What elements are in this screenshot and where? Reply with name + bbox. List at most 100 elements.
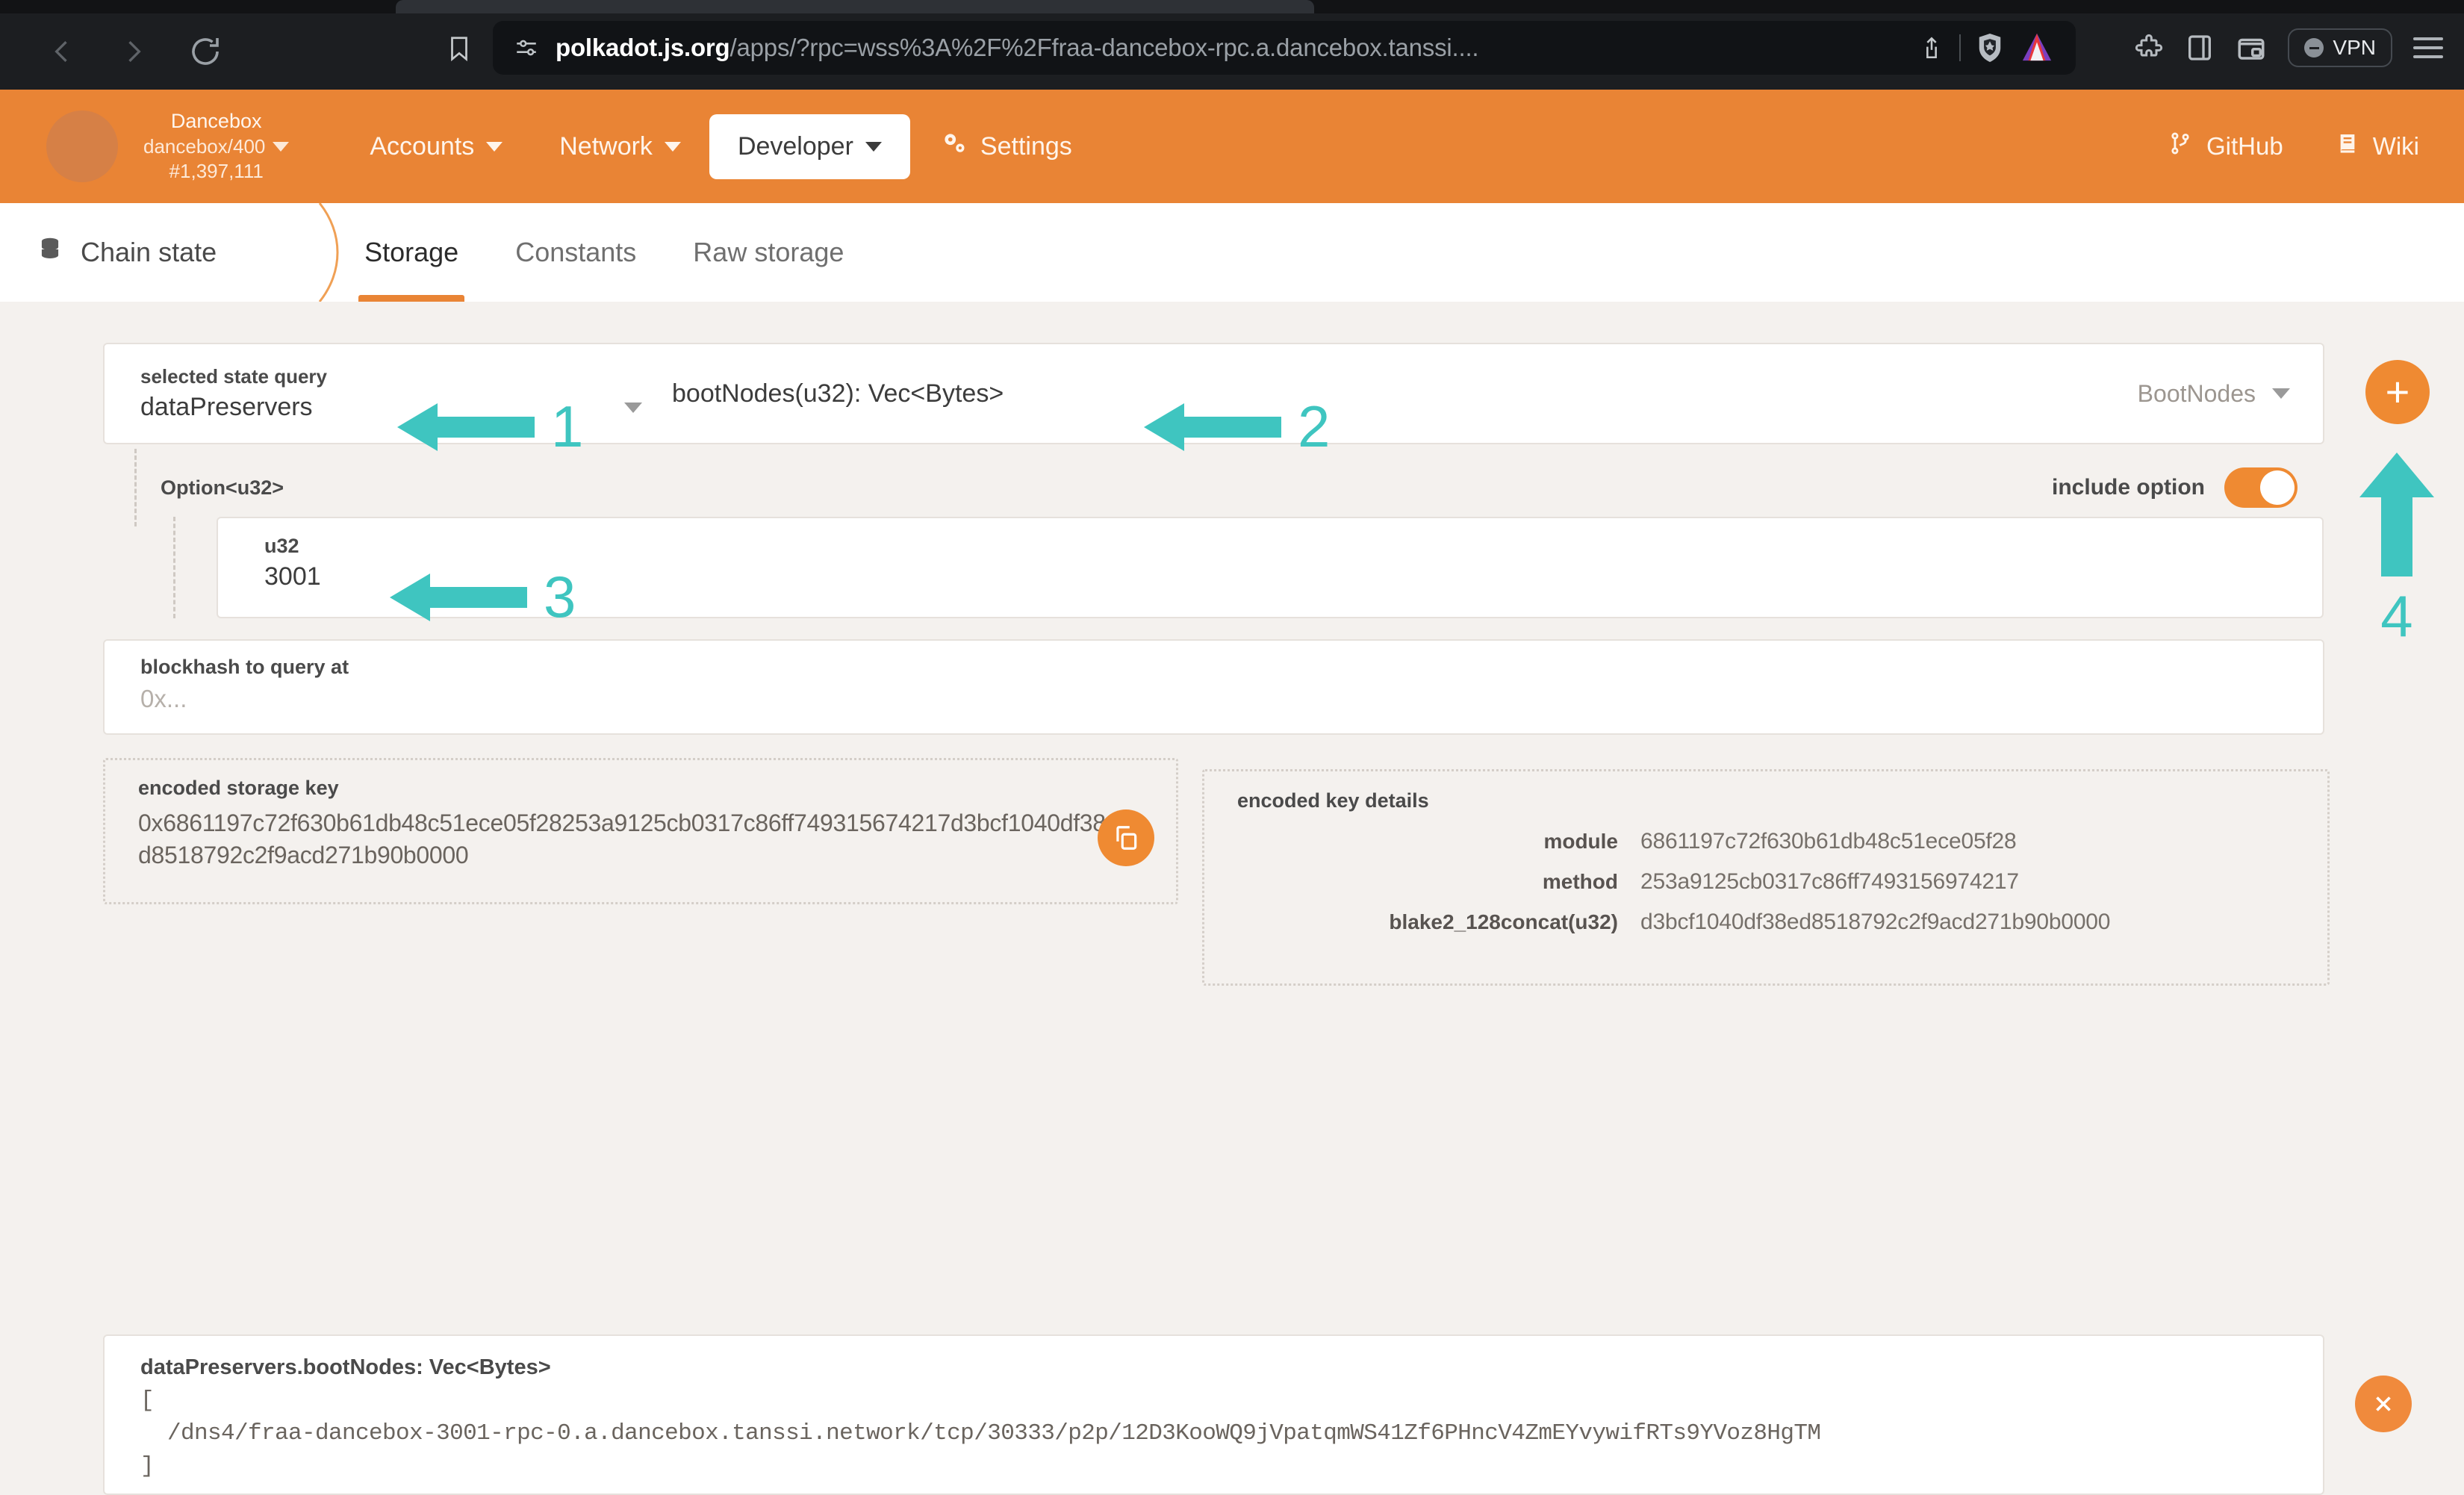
details-row: method 253a9125cb0317c86ff7493156974217 [1237, 869, 2327, 895]
main-content: selected state query dataPreservers boot… [0, 302, 2464, 1495]
encoded-key-details-rows: module 6861197c72f630b61db48c51ece05f28 … [1237, 829, 2327, 935]
url-bar[interactable]: polkadot.js.org/apps/?rpc=wss%3A%2F%2Ffr… [493, 21, 2076, 75]
github-link[interactable]: GitHub [2168, 129, 2283, 164]
browser-tab[interactable] [396, 0, 1314, 13]
close-icon[interactable] [2355, 1376, 2412, 1432]
nav-item-network[interactable]: Network [531, 114, 709, 179]
app-bar: Dancebox dancebox/400 #1,397,111 Account… [0, 90, 2464, 203]
pallet-value: dataPreservers [140, 393, 313, 421]
hamburger-menu-icon[interactable] [2413, 37, 2443, 58]
nav-item-accounts[interactable]: Accounts [341, 114, 531, 179]
chain-name: Dancebox [170, 110, 262, 133]
encoded-key-details-label: encoded key details [1237, 789, 1429, 812]
tab-label: Constants [515, 237, 637, 267]
vpn-status-icon [2304, 38, 2324, 58]
selected-state-query-card: selected state query dataPreservers boot… [103, 343, 2324, 444]
blockhash-label: blockhash to query at [140, 656, 349, 678]
method-value: bootNodes(u32): Vec<Bytes> [672, 379, 1004, 408]
nav-item-label: Developer [737, 131, 853, 161]
puzzle-icon[interactable] [2134, 33, 2164, 63]
details-row-value: d3bcf1040df38ed8518792c2f9acd271b90b0000 [1640, 910, 2111, 934]
include-option-control[interactable]: include option [2052, 467, 2297, 508]
sub-tabs: Storage Constants Raw storage [336, 203, 872, 302]
query-result-card: dataPreservers.bootNodes: Vec<Bytes> [ /… [103, 1334, 2324, 1495]
chevron-down-icon [486, 141, 503, 152]
app-bar-right: GitHub Wiki [2168, 129, 2419, 164]
browser-chrome: polkadot.js.org/apps/?rpc=wss%3A%2F%2Ffr… [0, 0, 2464, 90]
share-icon[interactable] [1919, 34, 1944, 62]
details-row-value: 6861197c72f630b61db48c51ece05f28 [1640, 829, 2017, 854]
tab-label: Storage [364, 237, 459, 267]
option-row: Option<u32> include option [134, 449, 2324, 526]
result-body: [ /dns4/fraa-dancebox-3001-rpc-0.a.dance… [140, 1387, 1821, 1480]
book-icon [2336, 129, 2359, 164]
pallet-select[interactable]: selected state query dataPreservers [105, 365, 672, 422]
chevron-down-icon [273, 142, 290, 152]
git-branch-icon [2168, 129, 2193, 164]
copy-icon[interactable] [1098, 809, 1154, 866]
url-domain: polkadot.js.org [556, 34, 730, 61]
chevron-down-icon [2272, 388, 2290, 399]
reload-icon[interactable] [173, 19, 237, 84]
add-query-button[interactable]: + [2365, 360, 2430, 424]
brave-wallet-icon[interactable] [2236, 32, 2267, 63]
annotation-4: 4 [2356, 451, 2438, 650]
sidebar-panel-icon[interactable] [2185, 32, 2215, 63]
chain-selector[interactable]: Dancebox dancebox/400 #1,397,111 [143, 108, 290, 184]
app-nav: Accounts Network Developer Settings [341, 110, 1100, 184]
query-hint[interactable]: BootNodes [2138, 380, 2290, 408]
details-row-key: method [1542, 870, 1618, 893]
add-query-label: + [2385, 368, 2410, 415]
details-row: blake2_128concat(u32) d3bcf1040df38ed851… [1237, 910, 2327, 935]
chrome-right-actions: VPN [2134, 21, 2443, 75]
nav-item-label: Network [559, 131, 653, 161]
method-select[interactable]: bootNodes(u32): Vec<Bytes> [672, 379, 1004, 408]
vpn-label: VPN [2333, 36, 2376, 59]
u32-param-field[interactable]: u32 3001 [217, 517, 2324, 618]
chevron-down-icon [865, 141, 882, 152]
toggle-knob [2260, 470, 2295, 505]
blockhash-field[interactable]: blockhash to query at 0x... [103, 639, 2324, 735]
query-hint-label: BootNodes [2137, 379, 2256, 407]
brave-shield-icon[interactable] [1976, 32, 2004, 63]
nav-item-label: Settings [980, 131, 1072, 161]
nesting-guide [173, 517, 175, 618]
nav-item-developer[interactable]: Developer [709, 114, 910, 179]
chain-avatar [46, 111, 118, 182]
tab-constants[interactable]: Constants [487, 203, 665, 302]
nav-item-label: Accounts [370, 131, 475, 161]
vpn-button[interactable]: VPN [2288, 28, 2392, 67]
site-settings-icon[interactable] [514, 35, 539, 60]
include-option-toggle[interactable] [2224, 467, 2297, 508]
url-path: /apps/?rpc=wss%3A%2F%2Ffraa-dancebox-rpc… [729, 34, 1479, 61]
forward-arrow-icon[interactable] [102, 19, 166, 84]
bookmark-icon[interactable] [433, 22, 485, 75]
gears-icon [939, 128, 970, 166]
encoded-storage-key-card: encoded storage key 0x6861197c72f630b61d… [103, 758, 1178, 904]
query-label: selected state query [140, 365, 328, 388]
result-title: dataPreservers.bootNodes: Vec<Bytes> [140, 1355, 551, 1379]
chevron-down-icon [624, 402, 642, 413]
annotation-number: 4 [2380, 583, 2413, 649]
details-row-key: module [1543, 830, 1618, 853]
brave-leo-icon[interactable] [2019, 32, 2055, 63]
divider [1959, 34, 1961, 61]
chain-endpoint: dancebox/400 [143, 135, 266, 158]
u32-label: u32 [264, 535, 299, 557]
sub-tab-bar: Chain state Storage Constants Raw storag… [0, 203, 2464, 302]
tab-raw-storage[interactable]: Raw storage [665, 203, 872, 302]
back-arrow-icon[interactable] [30, 19, 94, 84]
tab-storage[interactable]: Storage [336, 203, 487, 302]
url-text[interactable]: polkadot.js.org/apps/?rpc=wss%3A%2F%2Ffr… [556, 34, 1903, 62]
wiki-link[interactable]: Wiki [2336, 129, 2419, 164]
url-bar-actions [1919, 32, 2055, 63]
database-icon [36, 233, 64, 273]
breadcrumb: Chain state [36, 233, 217, 273]
chevron-down-icon [664, 141, 681, 152]
github-label: GitHub [2206, 132, 2283, 160]
nav-item-settings[interactable]: Settings [910, 110, 1101, 184]
tab-label: Raw storage [693, 237, 844, 267]
u32-value: 3001 [264, 562, 321, 591]
details-row: module 6861197c72f630b61db48c51ece05f28 [1237, 829, 2327, 854]
details-row-value: 253a9125cb0317c86ff7493156974217 [1640, 869, 2019, 894]
